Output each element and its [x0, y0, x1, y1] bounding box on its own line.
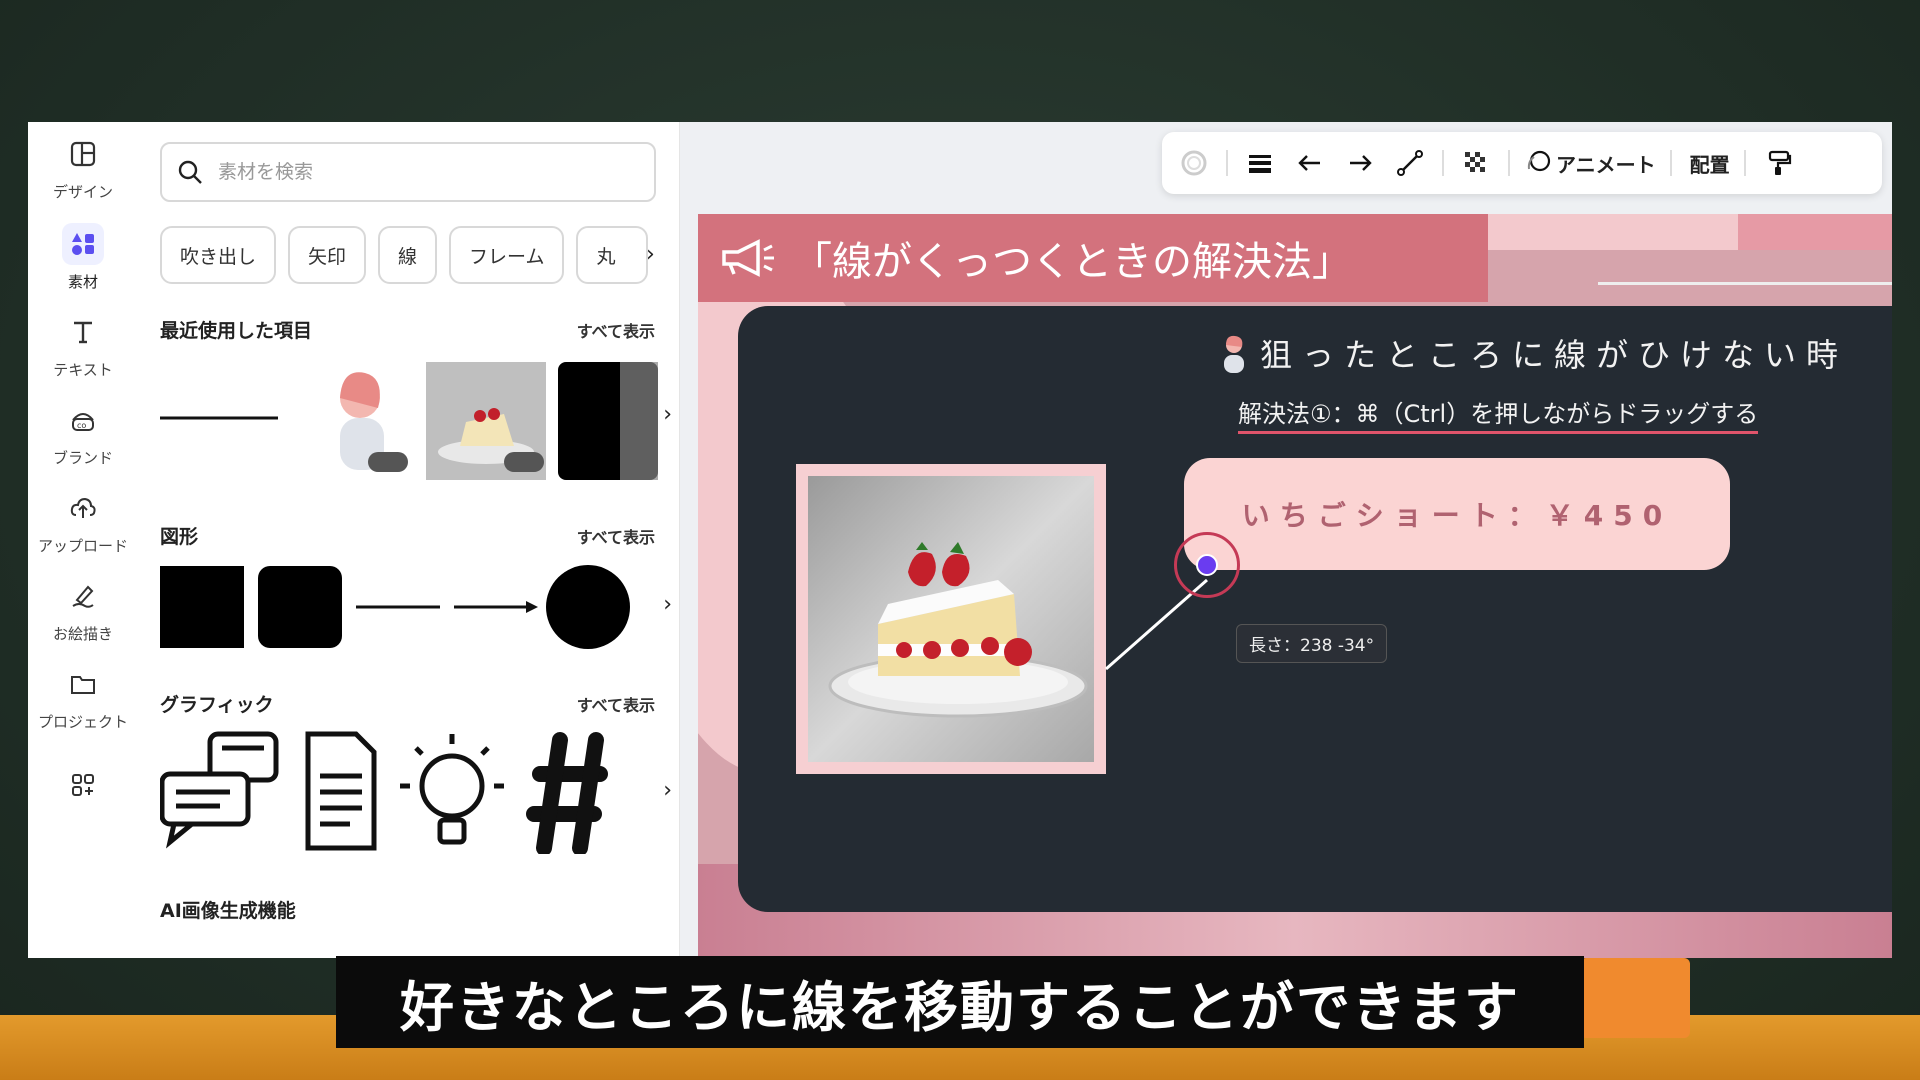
animate-icon [1527, 150, 1551, 172]
rail-item-draw[interactable]: お絵描き [28, 564, 138, 654]
connector-line[interactable] [698, 214, 1892, 958]
paint-roller-icon [1768, 150, 1791, 175]
side-rail: デザイン 素材 テキスト co ブランド アップロード お絵描き プロジェクト [28, 122, 138, 958]
layout-icon [62, 133, 104, 175]
see-all-recent[interactable]: すべて表示 [577, 318, 655, 342]
chevron-right-icon[interactable]: › [663, 592, 672, 617]
shapes-row: › [160, 562, 680, 684]
draw-icon [62, 575, 104, 617]
chevron-right-icon[interactable]: › [646, 242, 655, 267]
folder-icon [62, 663, 104, 705]
canvas-area: アニメート 配置 「線がくっつくときの解決法」 狙ったところに線がひけない時 解… [680, 122, 1892, 958]
rail-label: アップロード [37, 536, 128, 555]
chip-line[interactable]: 線 [378, 226, 438, 284]
rail-item-elements[interactable]: 素材 [28, 212, 138, 302]
search-icon [178, 160, 202, 184]
toolbar-divider [1442, 150, 1444, 176]
toolbar-divider [1226, 150, 1228, 176]
arrow-left-icon [1298, 155, 1320, 171]
rail-label: テキスト [53, 360, 113, 379]
brand-icon: co [62, 399, 104, 441]
section-title-shapes: 図形 [160, 526, 199, 548]
rail-label: デザイン [52, 182, 113, 201]
chip-speech-bubble[interactable]: 吹き出し [160, 226, 277, 284]
search-input[interactable] [218, 161, 618, 183]
recent-gradient-item [558, 362, 658, 480]
text-icon [62, 311, 104, 353]
rail-item-apps[interactable] [28, 740, 138, 830]
video-caption: 好きなところに線を移動することができます [336, 956, 1584, 1048]
chip-circle[interactable]: 丸 [576, 226, 648, 284]
see-all-graphics[interactable]: すべて表示 [577, 692, 655, 716]
line-color-button[interactable] [1176, 143, 1212, 183]
editor-window: デザイン 素材 テキスト co ブランド アップロード お絵描き プロジェクト … [28, 122, 1892, 958]
toolbar-divider [1743, 150, 1746, 176]
diagonal-line-icon [1397, 150, 1423, 176]
elements-panel: 吹き出し 矢印 線 フレーム 丸 › 最近使用した項目 すべて表示 [138, 122, 680, 958]
lightbulb-graphic [400, 734, 504, 845]
apps-icon [62, 764, 104, 806]
animate-label: アニメート [1556, 152, 1656, 177]
see-all-shapes[interactable]: すべて表示 [577, 524, 655, 548]
arrange-label: 配置 [1689, 152, 1730, 177]
arrow-right-icon [1350, 155, 1372, 171]
animate-button[interactable]: アニメート [1524, 143, 1656, 183]
slide[interactable]: 「線がくっつくときの解決法」 狙ったところに線がひけない時 解決法①：⌘（Ctr… [698, 214, 1892, 958]
recent-cake-photo-item [426, 362, 546, 480]
recent-character-item [340, 372, 408, 472]
drag-handle-dot[interactable] [1196, 554, 1218, 576]
line-end-button[interactable] [1342, 143, 1378, 183]
transparency-button[interactable] [1458, 143, 1494, 183]
rail-label: 素材 [67, 272, 98, 291]
section-title-graphics: グラフィック [160, 694, 274, 716]
chip-arrow[interactable]: 矢印 [288, 226, 367, 284]
checkerboard-icon [1465, 152, 1487, 174]
rail-label: お絵描き [52, 624, 113, 643]
chevron-right-icon[interactable]: › [663, 778, 672, 803]
rail-item-design[interactable]: デザイン [28, 122, 138, 212]
rail-label: ブランド [52, 448, 113, 467]
chevron-right-icon[interactable]: › [663, 402, 672, 427]
square-shape [160, 566, 244, 648]
chip-frame[interactable]: フレーム [449, 226, 565, 284]
rounded-square-shape [258, 566, 342, 648]
hashtag-graphic [526, 732, 608, 856]
line-length-tooltip: 長さ：238 -34° [1236, 624, 1388, 663]
rail-item-projects[interactable]: プロジェクト [28, 652, 138, 742]
line-endpoint-handle[interactable] [1174, 532, 1240, 598]
graphics-row: › [159, 730, 680, 856]
svg-text:co: co [77, 421, 86, 430]
rail-item-text[interactable]: テキスト [28, 300, 138, 390]
document-graphic [305, 731, 377, 851]
toolbar-divider [1508, 150, 1510, 176]
rail-item-brand[interactable]: co ブランド [28, 388, 138, 478]
rail-label: プロジェクト [37, 712, 128, 731]
line-type-button[interactable] [1392, 143, 1428, 183]
color-circle-icon [1181, 150, 1207, 176]
category-chips: 吹き出し 矢印 線 フレーム 丸 [160, 226, 648, 284]
line-start-button[interactable] [1292, 143, 1328, 183]
toolbar-divider [1669, 150, 1672, 176]
section-title-ai: AI画像生成機能 [160, 900, 296, 922]
line-toolbar: アニメート 配置 [1162, 132, 1882, 194]
line-style-button[interactable] [1242, 143, 1278, 183]
chat-bubbles-graphic [159, 731, 279, 849]
copy-style-button[interactable] [1760, 143, 1796, 183]
orange-object [1580, 958, 1690, 1038]
section-title-recent: 最近使用した項目 [160, 320, 313, 342]
line-weight-icon [1249, 155, 1271, 173]
rail-item-upload[interactable]: アップロード [28, 476, 138, 566]
recent-row: › [160, 358, 680, 480]
circle-shape [546, 565, 630, 649]
elements-icon [62, 222, 104, 265]
arrange-button[interactable]: 配置 [1686, 143, 1730, 183]
search-box[interactable] [160, 142, 656, 202]
upload-icon [62, 487, 104, 529]
